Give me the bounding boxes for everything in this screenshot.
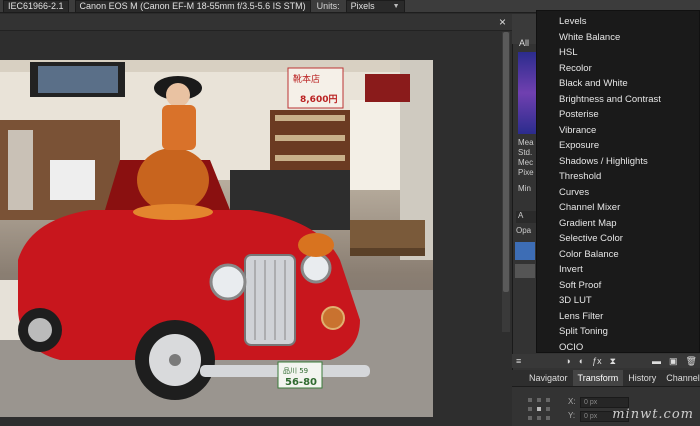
layer-stack-icon[interactable]: ≡: [516, 356, 521, 366]
chevron-down-icon: ▼: [392, 2, 400, 10]
vertical-scrollbar[interactable]: [502, 32, 510, 332]
document-photo[interactable]: 靴本店 8,600円 品川 59 56-80: [0, 60, 433, 417]
plate-number-text: 56-80: [285, 377, 317, 388]
document-tab-bar: ×: [0, 14, 512, 31]
add-layer-icon[interactable]: ▣: [669, 356, 678, 367]
mask-icon[interactable]: ◑: [565, 356, 570, 366]
scrollbar-thumb[interactable]: [503, 32, 509, 292]
opacity-label: Opa: [516, 226, 532, 235]
menu-item-exposure[interactable]: Exposure: [537, 138, 699, 154]
menu-item-invert[interactable]: Invert: [537, 262, 699, 278]
menu-item-lens-filter[interactable]: Lens Filter: [537, 309, 699, 325]
menu-item-curves[interactable]: Curves: [537, 185, 699, 201]
layers-tab-a[interactable]: A: [516, 211, 538, 223]
panel-tab-all[interactable]: All: [519, 38, 529, 48]
tab-channels[interactable]: Channels: [661, 370, 700, 386]
layer-thumbnail[interactable]: [515, 264, 535, 278]
menu-item-hsl[interactable]: HSL: [537, 45, 699, 61]
menu-item-threshold[interactable]: Threshold: [537, 169, 699, 185]
units-label: Units:: [316, 1, 340, 11]
adjustment-icon[interactable]: ◐: [579, 356, 584, 366]
meta-line: Mec: [518, 158, 534, 167]
menu-item-brightness-contrast[interactable]: Brightness and Contrast: [537, 92, 699, 108]
metadata-list: Mea Std. Mec Pixe: [518, 138, 534, 178]
units-value: Pixels: [350, 0, 375, 11]
menu-item-ocio[interactable]: OCIO: [537, 340, 699, 356]
menu-item-levels[interactable]: Levels: [537, 14, 699, 30]
menu-item-split-toning[interactable]: Split Toning: [537, 324, 699, 340]
meta-line: Pixe: [518, 168, 534, 177]
menu-item-white-balance[interactable]: White Balance: [537, 30, 699, 46]
color-profile-field[interactable]: IEC61966-2.1: [3, 0, 69, 13]
menu-item-recolor[interactable]: Recolor: [537, 61, 699, 77]
menu-item-shadows-highlights[interactable]: Shadows / Highlights: [537, 154, 699, 170]
watermark-text: minwt.com: [612, 407, 694, 422]
menu-item-vibrance[interactable]: Vibrance: [537, 123, 699, 139]
anchor-point-grid[interactable]: [528, 398, 550, 420]
car-scene-illustration: 靴本店 8,600円 品川 59 56-80: [0, 60, 433, 417]
tab-navigator[interactable]: Navigator: [524, 370, 573, 386]
transform-y-label: Y:: [568, 411, 576, 420]
tab-history[interactable]: History: [623, 370, 661, 386]
shop-sign-text: 靴本店: [293, 73, 320, 85]
bottom-panel-tabs: Navigator Transform History Channels: [512, 370, 700, 387]
trash-icon[interactable]: 🗑: [686, 356, 697, 367]
shop-sign-price: 8,600円: [300, 94, 337, 105]
layers-panel-toolbar: ≡ ◑ ◐ ƒx ⧗ ▬ ▣ 🗑: [512, 354, 700, 368]
fx-icon[interactable]: ƒx: [592, 356, 602, 366]
plate-top-text: 品川 59: [283, 367, 308, 375]
menu-item-selective-color[interactable]: Selective Color: [537, 231, 699, 247]
menu-item-channel-mixer[interactable]: Channel Mixer: [537, 200, 699, 216]
close-document-icon[interactable]: ×: [499, 15, 506, 29]
transform-x-label: X:: [568, 397, 576, 406]
folder-icon[interactable]: ▬: [652, 356, 661, 366]
menu-item-color-balance[interactable]: Color Balance: [537, 247, 699, 263]
min-label: Min: [518, 184, 531, 193]
meta-line: Mea: [518, 138, 534, 147]
hourglass-icon[interactable]: ⧗: [610, 356, 616, 367]
meta-line: Std.: [518, 148, 533, 157]
adjustments-menu: Levels White Balance HSL Recolor Black a…: [536, 10, 700, 353]
tab-transform[interactable]: Transform: [572, 370, 624, 386]
menu-item-soft-proof[interactable]: Soft Proof: [537, 278, 699, 294]
layer-thumbnail-selected[interactable]: [515, 242, 535, 260]
histogram-preview: [518, 52, 536, 134]
menu-item-black-and-white[interactable]: Black and White: [537, 76, 699, 92]
camera-lens-field[interactable]: Canon EOS M (Canon EF-M 18-55mm f/3.5-5.…: [74, 0, 311, 13]
menu-item-posterise[interactable]: Posterise: [537, 107, 699, 123]
units-dropdown[interactable]: Pixels ▼: [345, 0, 405, 13]
menu-item-3d-lut[interactable]: 3D LUT: [537, 293, 699, 309]
menu-item-gradient-map[interactable]: Gradient Map: [537, 216, 699, 232]
